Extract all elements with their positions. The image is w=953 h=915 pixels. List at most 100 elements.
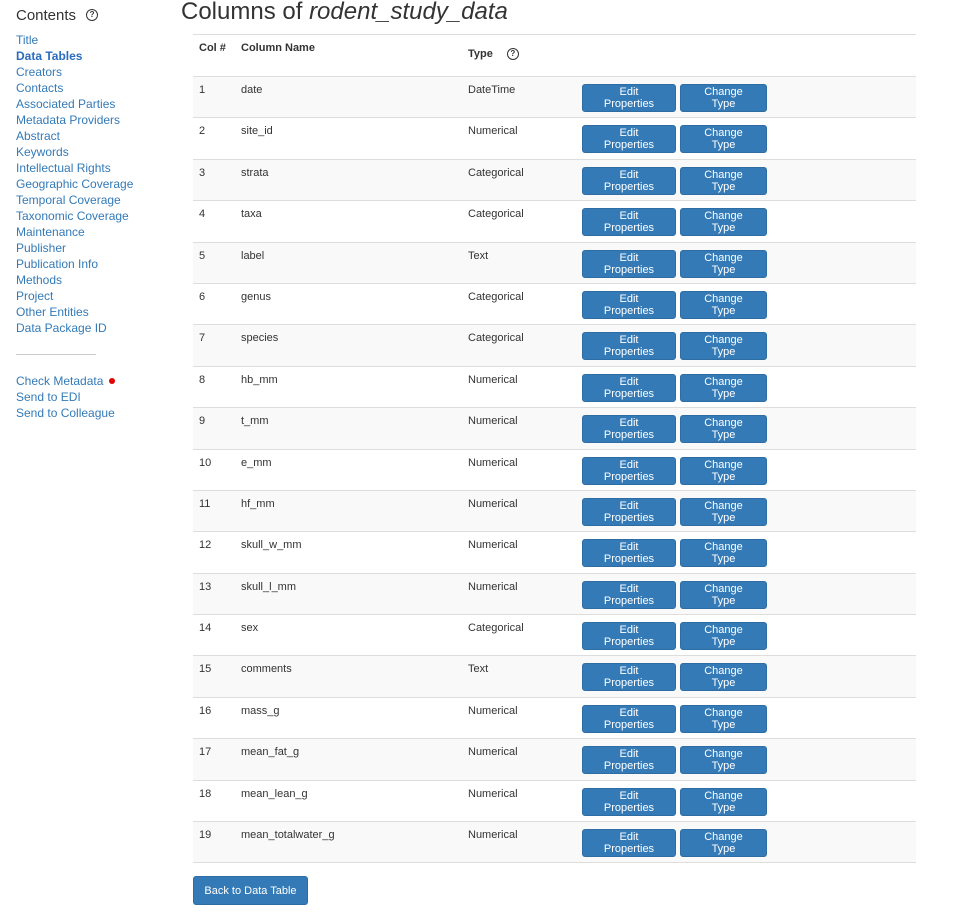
sidebar-item-taxonomic-coverage[interactable]: Taxonomic Coverage (16, 208, 166, 224)
column-number: 5 (199, 249, 206, 262)
change-type-button[interactable]: Change Type (680, 539, 767, 568)
change-type-button[interactable]: Change Type (680, 415, 767, 444)
edit-properties-button[interactable]: Edit Properties (582, 332, 676, 361)
sidebar-item-geographic-coverage[interactable]: Geographic Coverage (16, 176, 166, 192)
column-name: hb_mm (241, 373, 278, 386)
column-type: Numerical (468, 746, 518, 759)
change-type-button[interactable]: Change Type (680, 84, 767, 112)
help-icon[interactable]: ? (86, 9, 99, 21)
help-icon[interactable]: ? (506, 48, 519, 60)
sidebar-item-temporal-coverage[interactable]: Temporal Coverage (16, 192, 166, 208)
back-to-data-table-button[interactable]: Back to Data Table (193, 876, 308, 905)
change-type-button[interactable]: Change Type (680, 580, 767, 609)
sidebar-item-project[interactable]: Project (16, 288, 166, 304)
column-name: sex (241, 622, 259, 635)
edit-properties-button[interactable]: Edit Properties (582, 415, 676, 444)
edit-properties-button[interactable]: Edit Properties (582, 829, 676, 858)
table-row: 17 mean_fat_g Numerical Edit Properties Chan… (193, 739, 916, 781)
column-name: mean_totalwater_g (241, 829, 335, 842)
column-name: skull_l_mm (241, 580, 297, 593)
column-type: Numerical (468, 373, 518, 386)
sidebar-divider (16, 354, 96, 355)
change-type-button[interactable]: Change Type (680, 166, 767, 195)
edit-properties-button[interactable]: Edit Properties (582, 125, 676, 154)
column-type: Numerical (468, 415, 518, 428)
column-type: Numerical (468, 787, 518, 800)
change-type-button[interactable]: Change Type (680, 249, 767, 278)
column-number: 3 (199, 166, 206, 179)
sidebar-item-metadata-providers[interactable]: Metadata Providers (16, 112, 166, 128)
column-number: 4 (199, 208, 206, 221)
sidebar-item-creators[interactable]: Creators (16, 64, 166, 80)
sidebar-item-data-tables[interactable]: Data Tables (16, 48, 166, 64)
sidebar-action-send-to-edi[interactable]: Send to EDI (16, 389, 166, 405)
edit-properties-button[interactable]: Edit Properties (582, 249, 676, 278)
sidebar-item-other-entities[interactable]: Other Entities (16, 304, 166, 320)
sidebar-item-keywords[interactable]: Keywords (16, 144, 166, 160)
change-type-button[interactable]: Change Type (680, 456, 767, 485)
edit-properties-button[interactable]: Edit Properties (582, 539, 676, 568)
table-row: 3 strata Categorical Edit Properties Change … (193, 159, 916, 202)
column-type: Numerical (468, 125, 518, 138)
edit-properties-button[interactable]: Edit Properties (582, 84, 676, 112)
column-name: hf_mm (241, 497, 275, 510)
column-name: comments (241, 663, 292, 676)
columns-table: Col # Column Name Type ? 1 date DateTime Ed… (193, 34, 916, 864)
change-type-button[interactable]: Change Type (680, 663, 767, 692)
sidebar-item-intellectual-rights[interactable]: Intellectual Rights (16, 160, 166, 176)
column-name: species (241, 332, 279, 345)
change-type-button[interactable]: Change Type (680, 332, 767, 361)
change-type-button[interactable]: Change Type (680, 787, 767, 816)
sidebar-action-send-to-colleague[interactable]: Send to Colleague (16, 405, 166, 421)
edit-properties-button[interactable]: Edit Properties (582, 787, 676, 816)
sidebar-item-publisher[interactable]: Publisher (16, 240, 166, 256)
header-column-name: Column Name (241, 42, 315, 54)
column-name: date (241, 84, 263, 96)
sidebar-item-publication-info[interactable]: Publication Info (16, 256, 166, 272)
column-type: Categorical (468, 622, 524, 635)
change-type-button[interactable]: Change Type (680, 125, 767, 154)
sidebar-item-associated-parties[interactable]: Associated Parties (16, 96, 166, 112)
edit-properties-button[interactable]: Edit Properties (582, 208, 676, 237)
sidebar-item-contacts[interactable]: Contacts (16, 80, 166, 96)
edit-properties-button[interactable]: Edit Properties (582, 456, 676, 485)
sidebar-action-check-metadata[interactable]: Check Metadata (16, 373, 166, 389)
status-dot-icon (109, 377, 116, 384)
change-type-button[interactable]: Change Type (680, 497, 767, 526)
sidebar-action-label: Check Metadata (16, 374, 104, 388)
edit-properties-button[interactable]: Edit Properties (582, 622, 676, 651)
edit-properties-button[interactable]: Edit Properties (582, 373, 676, 402)
table-row: 19 mean_totalwater_g Numerical Edit Propert… (193, 822, 916, 864)
sidebar-item-maintenance[interactable]: Maintenance (16, 224, 166, 240)
column-name: mean_lean_g (241, 787, 308, 800)
change-type-button[interactable]: Change Type (680, 208, 767, 237)
column-name: mean_fat_g (241, 746, 300, 759)
page-title-table-name: rodent_study_data (309, 0, 508, 25)
column-number: 2 (199, 125, 206, 138)
sidebar-item-abstract[interactable]: Abstract (16, 128, 166, 144)
column-number: 9 (199, 415, 206, 428)
edit-properties-button[interactable]: Edit Properties (582, 580, 676, 609)
edit-properties-button[interactable]: Edit Properties (582, 704, 676, 733)
change-type-button[interactable]: Change Type (680, 622, 767, 651)
change-type-button[interactable]: Change Type (680, 290, 767, 319)
sidebar-action-label: Send to Colleague (16, 406, 115, 420)
table-row: 12 skull_w_mm Numerical Edit Properties Chan… (193, 532, 916, 574)
sidebar-item-data-package-id[interactable]: Data Package ID (16, 320, 166, 336)
table-row: 1 date DateTime Edit Properties Change Type (193, 77, 916, 119)
change-type-button[interactable]: Change Type (680, 373, 767, 402)
edit-properties-button[interactable]: Edit Properties (582, 497, 676, 526)
table-row: 5 label Text Edit Properties Change Type (193, 242, 916, 284)
sidebar-item-title[interactable]: Title (16, 32, 166, 48)
column-type: Categorical (468, 208, 524, 221)
table-row: 9 t_mm Numerical Edit Properties Change Type (193, 408, 916, 450)
edit-properties-button[interactable]: Edit Properties (582, 746, 676, 775)
edit-properties-button[interactable]: Edit Properties (582, 663, 676, 692)
contents-header: Contents ? (16, 2, 166, 28)
change-type-button[interactable]: Change Type (680, 704, 767, 733)
edit-properties-button[interactable]: Edit Properties (582, 166, 676, 195)
edit-properties-button[interactable]: Edit Properties (582, 290, 676, 319)
change-type-button[interactable]: Change Type (680, 829, 767, 858)
change-type-button[interactable]: Change Type (680, 746, 767, 775)
sidebar-item-methods[interactable]: Methods (16, 272, 166, 288)
